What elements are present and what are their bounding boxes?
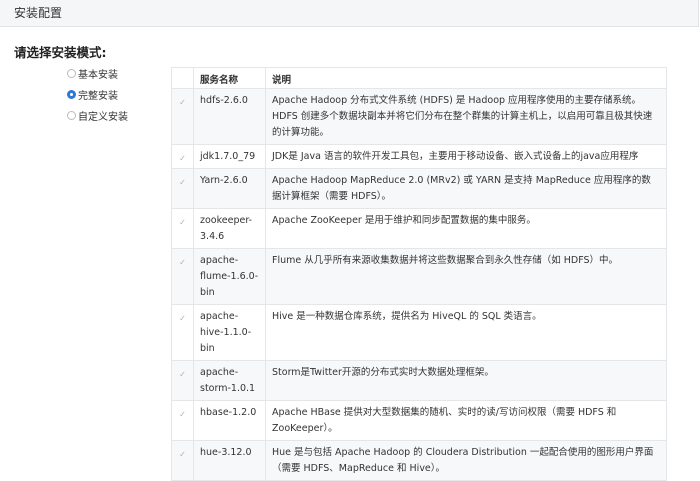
service-description: JDK是 Java 语言的软件开发工具包，主要用于移动设备、嵌入式设备上的jav… <box>265 144 667 169</box>
radio-label[interactable]: 基本安装 <box>78 66 118 81</box>
table-row: ✓ zookeeper-3.4.6 Apache ZooKeeper 是用于维护… <box>171 208 667 249</box>
radio-button[interactable] <box>67 69 76 78</box>
row-checkbox[interactable]: ✓ <box>171 440 194 481</box>
service-name: apache-storm-1.0.1 <box>193 360 266 401</box>
service-description: Hive 是一种数据仓库系统，提供名为 HiveQL 的 SQL 类语言。 <box>265 304 667 361</box>
row-checkbox[interactable]: ✓ <box>171 144 194 169</box>
row-checkbox[interactable]: ✓ <box>171 360 194 401</box>
check-icon: ✓ <box>179 218 186 227</box>
radio-custom-install[interactable]: 自定义安装 <box>67 105 128 126</box>
check-icon: ✓ <box>179 410 186 419</box>
check-icon: ✓ <box>179 314 186 323</box>
check-icon: ✓ <box>179 450 186 459</box>
service-description: Apache ZooKeeper 是用于维护和同步配置数据的集中服务。 <box>265 208 667 249</box>
table-row: ✓ hbase-1.2.0 Apache HBase 提供对大型数据集的随机、实… <box>171 400 667 441</box>
service-description: Hue 是与包括 Apache Hadoop 的 Cloudera Distri… <box>265 440 667 481</box>
row-checkbox[interactable]: ✓ <box>171 88 194 145</box>
service-name: Yarn-2.6.0 <box>193 168 266 209</box>
table-row: ✓ apache-flume-1.6.0-bin Flume 从几乎所有来源收集… <box>171 248 667 305</box>
page-header: 安装配置 <box>0 0 699 27</box>
column-header-description: 说明 <box>265 67 667 89</box>
service-name: hdfs-2.6.0 <box>193 88 266 145</box>
service-description: Apache Hadoop 分布式文件系统 (HDFS) 是 Hadoop 应用… <box>265 88 667 145</box>
table-row: ✓ Yarn-2.6.0 Apache Hadoop MapReduce 2.0… <box>171 168 667 209</box>
mode-prompt: 请选择安装模式: <box>14 45 107 60</box>
radio-label[interactable]: 自定义安装 <box>78 108 128 123</box>
column-header-service-name: 服务名称 <box>193 67 266 89</box>
check-icon: ✓ <box>179 178 186 187</box>
table-row: ✓ hue-3.12.0 Hue 是与包括 Apache Hadoop 的 Cl… <box>171 440 667 481</box>
check-icon: ✓ <box>179 154 186 163</box>
table-row: ✓ jdk1.7.0_79 JDK是 Java 语言的软件开发工具包，主要用于移… <box>171 144 667 169</box>
service-name: hue-3.12.0 <box>193 440 266 481</box>
services-table: 服务名称 说明 ✓ hdfs-2.6.0 Apache Hadoop 分布式文件… <box>171 67 667 481</box>
row-checkbox[interactable]: ✓ <box>171 400 194 441</box>
table-row: ✓ apache-hive-1.1.0-bin Hive 是一种数据仓库系统，提… <box>171 304 667 361</box>
radio-button-checked[interactable] <box>67 90 76 99</box>
service-description: Apache HBase 提供对大型数据集的随机、实时的读/写访问权限（需要 H… <box>265 400 667 441</box>
check-icon: ✓ <box>179 258 186 267</box>
install-mode-radio-group: 基本安装 完整安装 自定义安装 <box>67 63 128 126</box>
service-name: hbase-1.2.0 <box>193 400 266 441</box>
radio-basic-install[interactable]: 基本安装 <box>67 63 128 84</box>
table-row: ✓ apache-storm-1.0.1 Storm是Twitter开源的分布式… <box>171 360 667 401</box>
service-name: zookeeper-3.4.6 <box>193 208 266 249</box>
check-icon: ✓ <box>179 98 186 107</box>
service-description: Flume 从几乎所有来源收集数据并将这些数据聚合到永久性存储（如 HDFS）中… <box>265 248 667 305</box>
service-name: apache-flume-1.6.0-bin <box>193 248 266 305</box>
row-checkbox[interactable]: ✓ <box>171 304 194 361</box>
service-description: Storm是Twitter开源的分布式实时大数据处理框架。 <box>265 360 667 401</box>
row-checkbox[interactable]: ✓ <box>171 208 194 249</box>
radio-button[interactable] <box>67 111 76 120</box>
table-row: ✓ hdfs-2.6.0 Apache Hadoop 分布式文件系统 (HDFS… <box>171 88 667 145</box>
table-header-row: 服务名称 说明 <box>171 67 667 89</box>
service-name: jdk1.7.0_79 <box>193 144 266 169</box>
page-title: 安装配置 <box>14 6 63 20</box>
row-checkbox[interactable]: ✓ <box>171 168 194 209</box>
radio-full-install[interactable]: 完整安装 <box>67 84 128 105</box>
service-name: apache-hive-1.1.0-bin <box>193 304 266 361</box>
check-icon: ✓ <box>179 370 186 379</box>
row-checkbox[interactable]: ✓ <box>171 248 194 305</box>
header-checkbox-cell <box>171 67 194 89</box>
radio-label[interactable]: 完整安装 <box>78 87 118 102</box>
service-description: Apache Hadoop MapReduce 2.0 (MRv2) 或 YAR… <box>265 168 667 209</box>
